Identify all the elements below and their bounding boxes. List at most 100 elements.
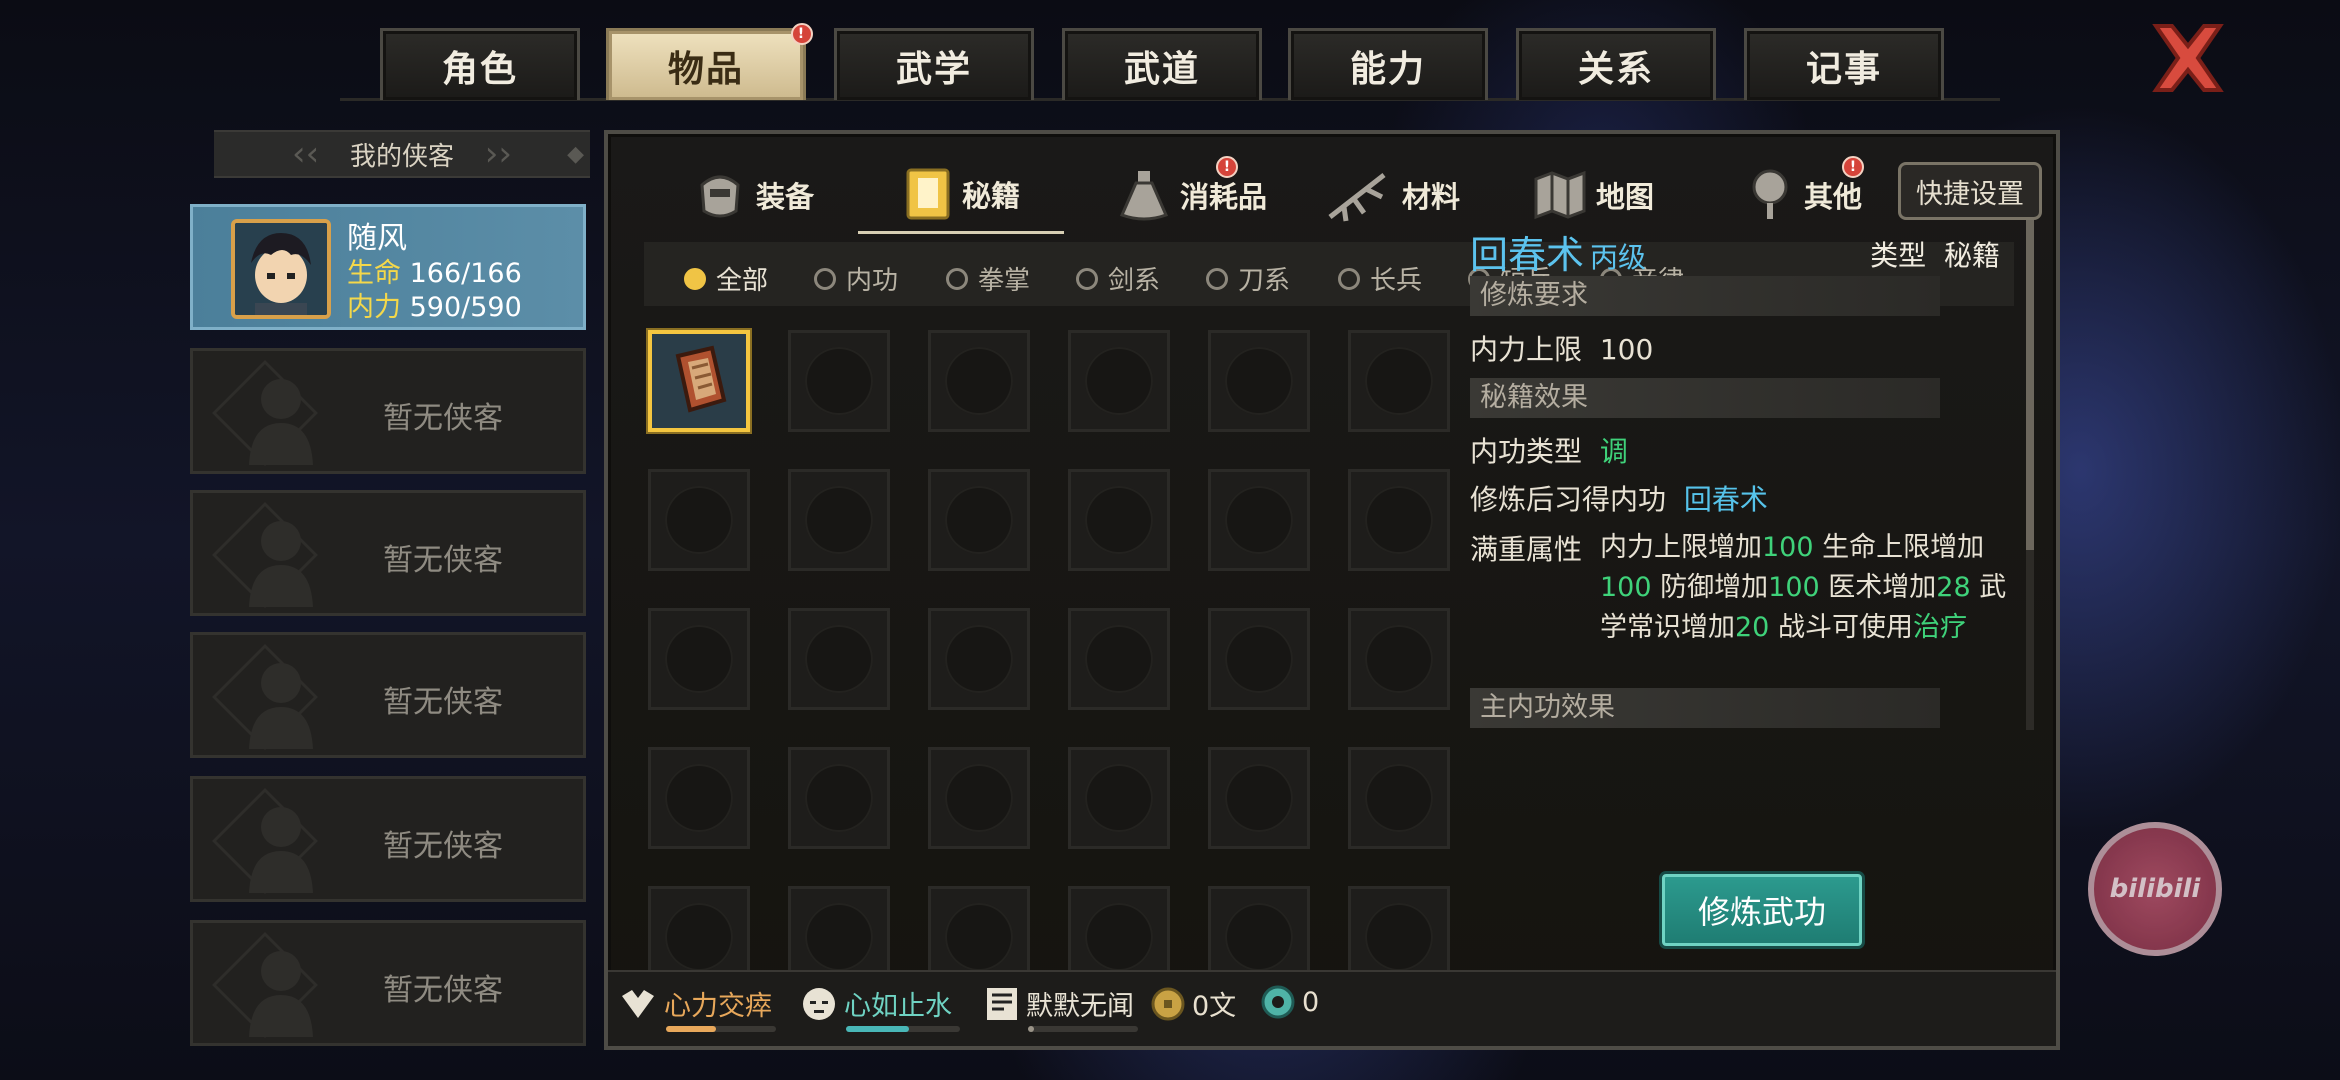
item-slot-selected[interactable]	[648, 330, 750, 432]
item-slot[interactable]	[788, 330, 890, 432]
buff-calm[interactable]: 心如止水	[800, 984, 952, 1023]
tab-abilities[interactable]: 能力	[1288, 28, 1488, 100]
close-icon	[2152, 24, 2224, 92]
category-maps[interactable]: 地图	[1532, 156, 1654, 234]
item-slot[interactable]	[928, 747, 1030, 849]
full-stat-text: 内力上限增加100 生命上限增加100 防御增加100 医术增加28 武学常识增…	[1600, 532, 2007, 643]
req-label: 内力上限	[1470, 333, 1583, 366]
scroll-thumb[interactable]	[2026, 220, 2034, 550]
map-icon	[1534, 170, 1586, 220]
notification-badge: !	[1842, 156, 1864, 178]
tab-relations[interactable]: 关系	[1516, 28, 1716, 100]
item-slot[interactable]	[1208, 747, 1310, 849]
item-slot[interactable]	[1348, 747, 1450, 849]
item-slot[interactable]	[928, 469, 1030, 571]
filter-sword[interactable]: 剑系	[1076, 260, 1160, 297]
party-slot-empty[interactable]: 暂无侠客	[190, 632, 586, 758]
hero-mp: 内力 590/590	[347, 285, 522, 324]
lantern-icon	[1752, 169, 1788, 219]
category-other[interactable]: 其他 !	[1744, 156, 1864, 234]
item-slot[interactable]	[1348, 330, 1450, 432]
req-line: 内力上限 100	[1470, 328, 1653, 368]
calm-face-icon	[803, 987, 835, 1020]
close-button[interactable]	[2146, 18, 2230, 98]
item-slot[interactable]	[1208, 469, 1310, 571]
item-slot[interactable]	[1068, 747, 1170, 849]
filter-all[interactable]: 全部	[684, 260, 768, 297]
filter-label: 全部	[716, 266, 769, 296]
item-slot[interactable]	[1208, 608, 1310, 710]
item-slot[interactable]	[788, 608, 890, 710]
category-equipment[interactable]: 装备	[692, 156, 814, 234]
filter-label: 长兵	[1370, 266, 1423, 296]
notification-badge: !	[1216, 156, 1238, 178]
buff-meter-fill	[666, 1026, 716, 1032]
silhouette-icon	[249, 807, 313, 893]
section-effects: 秘籍效果	[1470, 378, 1940, 418]
empty-slot-label: 暂无侠客	[383, 543, 503, 578]
party-slot-empty[interactable]: 暂无侠客	[190, 776, 586, 902]
filter-label: 刀系	[1238, 266, 1291, 296]
bilibili-floating-button[interactable]: bilibili	[2088, 822, 2222, 956]
item-slot[interactable]	[1208, 330, 1310, 432]
item-slot[interactable]	[1068, 469, 1170, 571]
manual-book-icon	[652, 334, 746, 428]
party-slot-active[interactable]: 随风 生命 166/166 内力 590/590	[190, 204, 586, 330]
item-slot[interactable]	[928, 608, 1030, 710]
party-slot-empty[interactable]: 暂无侠客	[190, 920, 586, 1046]
buff-label: 心力交瘁	[664, 991, 772, 1022]
train-skill-button[interactable]: 修炼武功	[1662, 874, 1862, 946]
radio-icon	[684, 267, 706, 290]
item-slot[interactable]	[1068, 608, 1170, 710]
tab-martial-arts[interactable]: 武学	[834, 28, 1034, 100]
buff-meter	[1028, 1026, 1138, 1032]
item-slot[interactable]	[648, 469, 750, 571]
filter-blade[interactable]: 刀系	[1206, 260, 1290, 297]
buff-unknown[interactable]: 默默无闻	[984, 984, 1134, 1023]
type-label: 类型	[1870, 239, 1927, 272]
mp-value: 590/590	[409, 292, 522, 323]
item-slot[interactable]	[1348, 469, 1450, 571]
empty-slot-label: 暂无侠客	[383, 685, 503, 720]
tab-journal[interactable]: 记事	[1744, 28, 1944, 100]
money-display: 0文	[1150, 984, 1236, 1023]
item-slot[interactable]	[648, 747, 750, 849]
learn-label: 修炼后习得内功	[1470, 483, 1667, 516]
filter-neigong[interactable]: 内功	[814, 260, 898, 297]
tab-items[interactable]: 物品!	[606, 23, 813, 100]
scroll-icon	[987, 987, 1017, 1020]
buff-exhausted[interactable]: 心力交瘁	[618, 984, 772, 1023]
category-materials[interactable]: 材料	[1324, 156, 1460, 234]
empty-slot-label: 暂无侠客	[383, 973, 503, 1008]
chevron-left-icon: ‹‹	[292, 134, 320, 174]
category-label: 秘籍	[962, 178, 1021, 213]
party-title: 我的侠客	[349, 141, 454, 172]
party-header: ‹‹ 我的侠客 ›› ◆	[214, 130, 590, 178]
tab-label: 角色	[441, 48, 518, 90]
neigong-type-line: 内功类型 调	[1470, 430, 1628, 470]
filter-polearm[interactable]: 长兵	[1338, 260, 1422, 297]
item-slot[interactable]	[788, 469, 890, 571]
detail-scrollbar[interactable]	[2026, 220, 2034, 730]
item-slot[interactable]	[928, 330, 1030, 432]
category-consumables[interactable]: 消耗品 !	[1116, 156, 1267, 234]
party-slot-empty[interactable]: 暂无侠客	[190, 348, 586, 474]
quick-settings-button[interactable]: 快捷设置	[1898, 162, 2042, 220]
filter-fist[interactable]: 拳掌	[946, 260, 1030, 297]
item-slot[interactable]	[1348, 608, 1450, 710]
silhouette-icon	[249, 663, 313, 749]
tab-martial-way[interactable]: 武道	[1062, 28, 1262, 100]
radio-icon	[814, 267, 836, 290]
jade-display: 0	[1260, 984, 1319, 1020]
party-slot-empty[interactable]: 暂无侠客	[190, 490, 586, 616]
tab-character[interactable]: 角色	[380, 28, 580, 100]
category-label: 消耗品	[1180, 180, 1268, 214]
item-slot[interactable]	[788, 747, 890, 849]
status-bar: 心力交瘁 心如止水 默默无闻 0文 0	[608, 970, 2056, 1046]
radio-icon	[1206, 267, 1228, 290]
item-slot[interactable]	[1068, 330, 1170, 432]
learn-line: 修炼后习得内功 回春术	[1470, 478, 1768, 518]
item-slot[interactable]	[648, 608, 750, 710]
tab-label: 武学	[895, 48, 972, 90]
category-manuals[interactable]: 秘籍	[858, 156, 1064, 234]
